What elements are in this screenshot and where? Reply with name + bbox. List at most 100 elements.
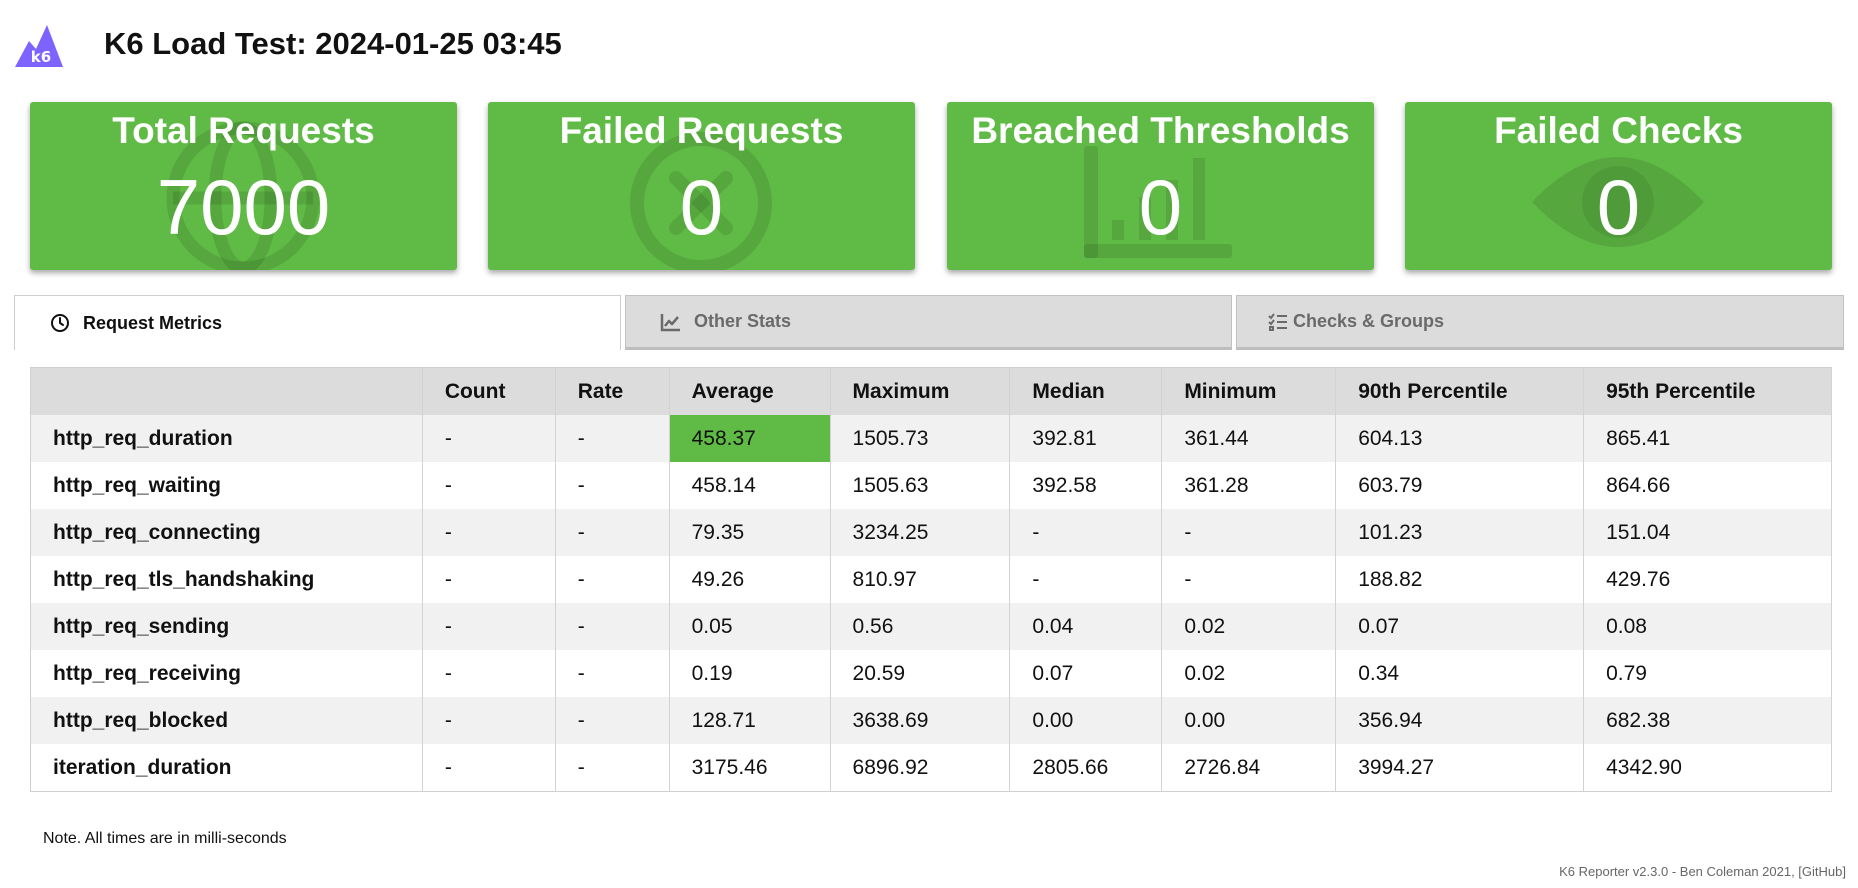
breached-thresholds-value: 0 xyxy=(1138,163,1183,251)
count-cell: - xyxy=(422,462,556,509)
count-cell: - xyxy=(422,556,556,603)
p95-cell: 682.38 xyxy=(1583,697,1832,744)
rate-cell: - xyxy=(555,509,670,556)
column-header: Average xyxy=(669,367,831,415)
metric-name: http_req_duration xyxy=(30,415,423,462)
total-requests-value: 7000 xyxy=(156,163,331,251)
minimum-cell: 0.02 xyxy=(1161,650,1337,697)
count-cell: - xyxy=(422,697,556,744)
p90-cell: 603.79 xyxy=(1335,462,1585,509)
logo-text: k6 xyxy=(31,48,51,66)
tab-bar: Request Metrics Other Stats Checks & Gro… xyxy=(14,295,1844,351)
average-cell: 458.37 xyxy=(669,415,831,462)
minimum-cell: - xyxy=(1161,556,1337,603)
average-cell: 0.05 xyxy=(669,603,831,650)
rate-cell: - xyxy=(555,462,670,509)
average-cell: 49.26 xyxy=(669,556,831,603)
maximum-cell: 810.97 xyxy=(830,556,1011,603)
page-title: K6 Load Test: 2024-01-25 03:45 xyxy=(104,26,562,61)
maximum-cell: 3638.69 xyxy=(830,697,1011,744)
k6-logo: k6 xyxy=(14,19,64,69)
median-cell: - xyxy=(1009,509,1163,556)
p90-cell: 0.34 xyxy=(1335,650,1585,697)
average-cell: 458.14 xyxy=(669,462,831,509)
median-cell: 0.00 xyxy=(1009,697,1163,744)
metric-name: iteration_duration xyxy=(30,744,423,792)
footer-credit[interactable]: K6 Reporter v2.3.0 - Ben Coleman 2021, [… xyxy=(1559,864,1846,879)
table-row: http_req_blocked - - 128.71 3638.69 0.00… xyxy=(30,697,1832,744)
p95-cell: 429.76 xyxy=(1583,556,1832,603)
metric-name: http_req_waiting xyxy=(30,462,423,509)
breached-thresholds-card: Breached Thresholds 0 xyxy=(947,102,1374,270)
metric-name: http_req_receiving xyxy=(30,650,423,697)
count-cell: - xyxy=(422,603,556,650)
median-cell: 392.58 xyxy=(1009,462,1163,509)
minimum-cell: 361.28 xyxy=(1161,462,1337,509)
card-label: Failed Requests xyxy=(559,110,844,151)
average-cell: 128.71 xyxy=(669,697,831,744)
table-row: http_req_duration - - 458.37 1505.73 392… xyxy=(30,415,1832,462)
rate-cell: - xyxy=(555,650,670,697)
p90-cell: 3994.27 xyxy=(1335,744,1585,792)
failed-checks-card: Failed Checks 0 xyxy=(1405,102,1832,270)
column-header: Count xyxy=(422,367,556,415)
p90-cell: 188.82 xyxy=(1335,556,1585,603)
chart-line-icon xyxy=(660,311,682,333)
rate-cell: - xyxy=(555,603,670,650)
maximum-cell: 1505.73 xyxy=(830,415,1011,462)
tasks-icon xyxy=(1267,311,1289,333)
average-cell: 0.19 xyxy=(669,650,831,697)
average-cell: 3175.46 xyxy=(669,744,831,792)
maximum-cell: 6896.92 xyxy=(830,744,1011,792)
tab-label: Request Metrics xyxy=(83,312,223,333)
table-row: http_req_connecting - - 79.35 3234.25 - … xyxy=(30,509,1832,556)
table-row: http_req_sending - - 0.05 0.56 0.04 0.02… xyxy=(30,603,1832,650)
average-cell: 79.35 xyxy=(669,509,831,556)
maximum-cell: 20.59 xyxy=(830,650,1011,697)
units-note: Note. All times are in milli-seconds xyxy=(43,830,287,847)
minimum-cell: - xyxy=(1161,509,1337,556)
column-header: Minimum xyxy=(1161,367,1337,415)
summary-cards: Total Requests 7000 Failed Requests 0 Br… xyxy=(30,102,1832,270)
p95-cell: 151.04 xyxy=(1583,509,1832,556)
count-cell: - xyxy=(422,650,556,697)
p90-cell: 101.23 xyxy=(1335,509,1585,556)
column-header: 90th Percentile xyxy=(1335,367,1585,415)
table-row: http_req_tls_handshaking - - 49.26 810.9… xyxy=(30,556,1832,603)
card-label: Total Requests xyxy=(112,110,375,151)
failed-checks-value: 0 xyxy=(1596,163,1641,251)
minimum-cell: 0.00 xyxy=(1161,697,1337,744)
tab-checks-groups[interactable]: Checks & Groups xyxy=(1236,295,1844,350)
median-cell: 0.04 xyxy=(1009,603,1163,650)
p95-cell: 0.79 xyxy=(1583,650,1832,697)
minimum-cell: 2726.84 xyxy=(1161,744,1337,792)
rate-cell: - xyxy=(555,556,670,603)
column-header: 95th Percentile xyxy=(1583,367,1832,415)
tab-other-stats[interactable]: Other Stats xyxy=(625,295,1232,350)
metric-name: http_req_sending xyxy=(30,603,423,650)
minimum-cell: 0.02 xyxy=(1161,603,1337,650)
table-header-row: Count Rate Average Maximum Median Minimu… xyxy=(30,367,1832,415)
rate-cell: - xyxy=(555,744,670,792)
p90-cell: 356.94 xyxy=(1335,697,1585,744)
median-cell: 392.81 xyxy=(1009,415,1163,462)
column-header: Rate xyxy=(555,367,670,415)
minimum-cell: 361.44 xyxy=(1161,415,1337,462)
total-requests-card: Total Requests 7000 xyxy=(30,102,457,270)
maximum-cell: 3234.25 xyxy=(830,509,1011,556)
tab-label: Checks & Groups xyxy=(1293,311,1445,331)
median-cell: - xyxy=(1009,556,1163,603)
median-cell: 0.07 xyxy=(1009,650,1163,697)
count-cell: - xyxy=(422,415,556,462)
p90-cell: 604.13 xyxy=(1335,415,1585,462)
failed-requests-value: 0 xyxy=(679,163,724,251)
tab-request-metrics[interactable]: Request Metrics xyxy=(14,295,621,350)
median-cell: 2805.66 xyxy=(1009,744,1163,792)
tab-label: Other Stats xyxy=(694,311,792,331)
table-row: iteration_duration - - 3175.46 6896.92 2… xyxy=(30,744,1832,792)
page-header: k6 K6 Load Test: 2024-01-25 03:45 xyxy=(14,16,562,72)
maximum-cell: 0.56 xyxy=(830,603,1011,650)
table-row: http_req_waiting - - 458.14 1505.63 392.… xyxy=(30,462,1832,509)
count-cell: - xyxy=(422,509,556,556)
card-label: Breached Thresholds xyxy=(971,110,1350,151)
